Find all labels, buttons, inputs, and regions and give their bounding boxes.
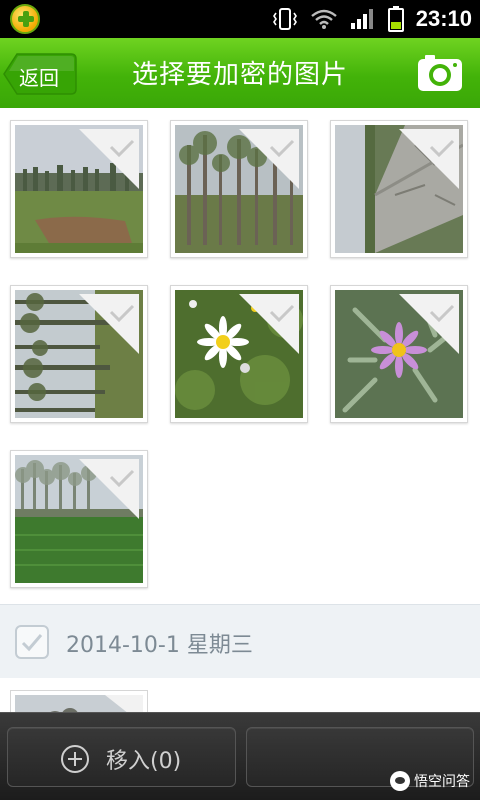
app-badge-icon — [10, 4, 40, 34]
photo-poplar-grove[interactable] — [170, 120, 308, 258]
clock: 23:10 — [415, 6, 472, 31]
watermark-text: 悟空问答 — [414, 774, 470, 790]
move-in-button[interactable]: 移入(0) — [7, 727, 236, 787]
photo-grid — [0, 108, 480, 604]
checkbox-corner-icon — [399, 294, 459, 354]
title-bar: 返回 选择要加密的图片 — [0, 38, 480, 108]
check-icon — [21, 634, 43, 652]
back-button[interactable]: 返回 — [3, 53, 77, 95]
vibrate-icon — [272, 8, 297, 30]
status-icons: 23:10 — [272, 0, 480, 38]
plus-circle-icon — [61, 745, 89, 773]
wifi-icon — [310, 9, 337, 29]
move-in-label: 移入(0) — [106, 749, 182, 774]
checkbox-corner-icon — [239, 294, 299, 354]
page-title: 选择要加密的图片 — [131, 60, 348, 90]
checkbox-corner-icon — [79, 459, 139, 519]
battery-icon — [387, 6, 404, 32]
screen: 23:10 返回 选择要加密的图片 2014-10-1 星期三 移入(0) 悟空… — [0, 0, 480, 800]
photo-field-trees[interactable] — [10, 120, 148, 258]
date-group-label: 2014-10-1 星期三 — [66, 633, 253, 658]
checkbox-corner-icon — [79, 129, 139, 189]
back-label: 返回 — [19, 66, 59, 90]
checkbox-corner-icon — [79, 294, 139, 354]
watermark-logo-icon — [390, 771, 410, 791]
date-group-checkbox[interactable] — [15, 625, 49, 659]
watermark: 悟空问答 — [390, 771, 470, 791]
photo-purple-aster[interactable] — [330, 285, 468, 423]
camera-icon[interactable] — [417, 53, 463, 93]
date-group-header[interactable]: 2014-10-1 星期三 — [0, 604, 480, 678]
signal-icon — [350, 9, 373, 29]
checkbox-corner-icon — [399, 129, 459, 189]
photo-green-field[interactable] — [10, 450, 148, 588]
status-bar: 23:10 — [0, 0, 480, 38]
photo-white-daisies[interactable] — [170, 285, 308, 423]
photo-rotated-trees[interactable] — [10, 285, 148, 423]
checkbox-corner-icon — [239, 129, 299, 189]
photo-concrete-path[interactable] — [330, 120, 468, 258]
